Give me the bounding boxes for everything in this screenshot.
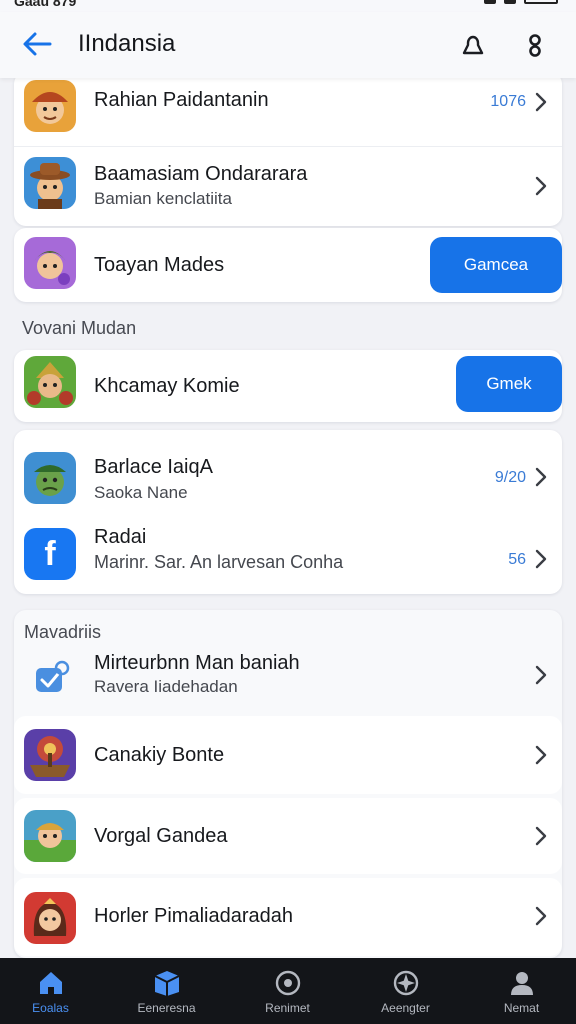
tab-label: Nemat bbox=[503, 1001, 540, 1015]
princess-avatar-icon bbox=[24, 892, 76, 944]
chevron-right-icon bbox=[535, 467, 547, 487]
signal-icon bbox=[484, 0, 496, 4]
list-item-title: Baamasiam Ondararara bbox=[94, 163, 308, 185]
box-icon bbox=[154, 971, 179, 996]
list-item[interactable]: Canakiy Bonte bbox=[14, 716, 562, 794]
list-item-title: Horler Pimaliadaradah bbox=[94, 905, 293, 927]
list-item-title: Radai bbox=[94, 526, 147, 548]
facebook-icon: f bbox=[24, 528, 76, 580]
app-card: Khcamay Komie Gmek bbox=[14, 350, 562, 422]
list-item-title: Canakiy Bonte bbox=[94, 744, 225, 766]
list-item[interactable]: Horler Pimaliadaradah bbox=[14, 878, 562, 956]
chevron-right-icon bbox=[535, 92, 547, 112]
tab-label: Renimet bbox=[265, 1001, 310, 1015]
list-item-subtitle: Saoka Nane bbox=[94, 483, 188, 502]
pirate-ship-icon bbox=[24, 729, 76, 781]
bottom-tab-bar: Eoalas Eeneresna Renimet Aeengter Nemat bbox=[0, 958, 576, 1024]
status-icons bbox=[484, 0, 558, 4]
facebook-glyph: f bbox=[44, 534, 56, 573]
app-list-card: Barlace IaiqA Saoka Nane 9/20 f Radai Ma… bbox=[14, 430, 562, 594]
chevron-right-icon bbox=[535, 826, 547, 846]
list-item-subtitle: Ravera Iiadehadan bbox=[94, 677, 238, 696]
section-title: Vovani Mudan bbox=[22, 318, 137, 338]
battery-icon bbox=[524, 0, 558, 4]
profile-icon bbox=[510, 972, 533, 995]
chevron-right-icon bbox=[535, 745, 547, 765]
adventurer-avatar-icon bbox=[24, 810, 76, 862]
tab-home[interactable]: Eoalas bbox=[0, 958, 108, 1024]
list-item-count: 56 bbox=[508, 551, 526, 568]
tab-record[interactable]: Renimet bbox=[230, 958, 345, 1024]
list-item[interactable]: Rahian Paidantanin 1076 bbox=[14, 78, 562, 144]
list-item[interactable]: Mirteurbnn Man baniah Ravera Iiadehadan bbox=[14, 640, 562, 716]
list-item[interactable]: Barlace IaiqA Saoka Nane 9/20 bbox=[14, 430, 562, 514]
back-arrow-icon bbox=[23, 32, 52, 56]
list-item-count: 9/20 bbox=[494, 469, 526, 486]
home-icon bbox=[39, 972, 62, 994]
back-button[interactable] bbox=[20, 28, 56, 60]
elf-avatar-icon bbox=[24, 237, 76, 289]
user-icon bbox=[462, 35, 484, 55]
wifi-icon bbox=[504, 0, 516, 4]
get-button[interactable]: Gamcea bbox=[430, 237, 562, 293]
app-header: IIndansia bbox=[0, 12, 576, 78]
get-button[interactable]: Gmek bbox=[456, 356, 562, 412]
list-item-title: Vorgal Gandea bbox=[94, 825, 228, 847]
app-title: Khcamay Komie bbox=[94, 375, 240, 397]
list-item-title: Barlace IaiqA bbox=[94, 456, 213, 478]
chevron-right-icon bbox=[535, 549, 547, 569]
list-item-title: Rahian Paidantanin bbox=[94, 89, 269, 111]
list-item[interactable]: Vorgal Gandea bbox=[14, 798, 562, 874]
chevron-right-icon bbox=[535, 176, 547, 196]
settings-button[interactable] bbox=[520, 30, 550, 60]
list-item-title: Mirteurbnn Man baniah bbox=[94, 652, 300, 674]
list-item-count: 1076 bbox=[490, 93, 526, 110]
compass-icon bbox=[393, 970, 418, 996]
knight-avatar-icon bbox=[24, 356, 76, 408]
list-item-subtitle: Bamian kenclatiita bbox=[94, 189, 232, 208]
tab-label: Aeengter bbox=[381, 1001, 430, 1015]
chevron-right-icon bbox=[535, 665, 547, 685]
list-item-subtitle: Marinr. Sar. An larvesan Conha bbox=[94, 552, 344, 572]
tab-profile[interactable]: Nemat bbox=[464, 958, 576, 1024]
tab-label: Eoalas bbox=[32, 1001, 69, 1015]
main-content: Rahian Paidantanin 1076 Baamasiam Ondara… bbox=[0, 78, 576, 958]
user-button[interactable] bbox=[458, 30, 488, 60]
page-title: IIndansia bbox=[78, 30, 176, 57]
cowboy-avatar-icon bbox=[24, 157, 76, 209]
orc-avatar-icon bbox=[24, 452, 76, 504]
settings-icon bbox=[529, 34, 541, 57]
list-item[interactable]: f Radai Marinr. Sar. An larvesan Conha 5… bbox=[14, 514, 562, 594]
tab-box[interactable]: Eeneresna bbox=[109, 958, 224, 1024]
list-item[interactable]: Baamasiam Ondararara Bamian kenclatiita bbox=[14, 146, 562, 226]
tab-compass[interactable]: Aeengter bbox=[348, 958, 463, 1024]
app-title: Toayan Mades bbox=[94, 254, 225, 276]
warrior-avatar-icon bbox=[24, 80, 76, 132]
status-bar: Gaau 879 bbox=[0, 0, 576, 12]
app-list-card: Mavadriis Mirteurbnn Man baniah Ravera I… bbox=[14, 610, 562, 958]
tab-label: Eeneresna bbox=[137, 1001, 196, 1015]
app-card: Toayan Mades Gamcea bbox=[14, 228, 562, 302]
verified-check-icon bbox=[24, 652, 76, 704]
status-time: Gaau 879 bbox=[14, 0, 77, 9]
record-icon bbox=[275, 970, 300, 996]
app-list-card: Rahian Paidantanin 1076 Baamasiam Ondara… bbox=[14, 78, 562, 226]
chevron-right-icon bbox=[535, 906, 547, 926]
